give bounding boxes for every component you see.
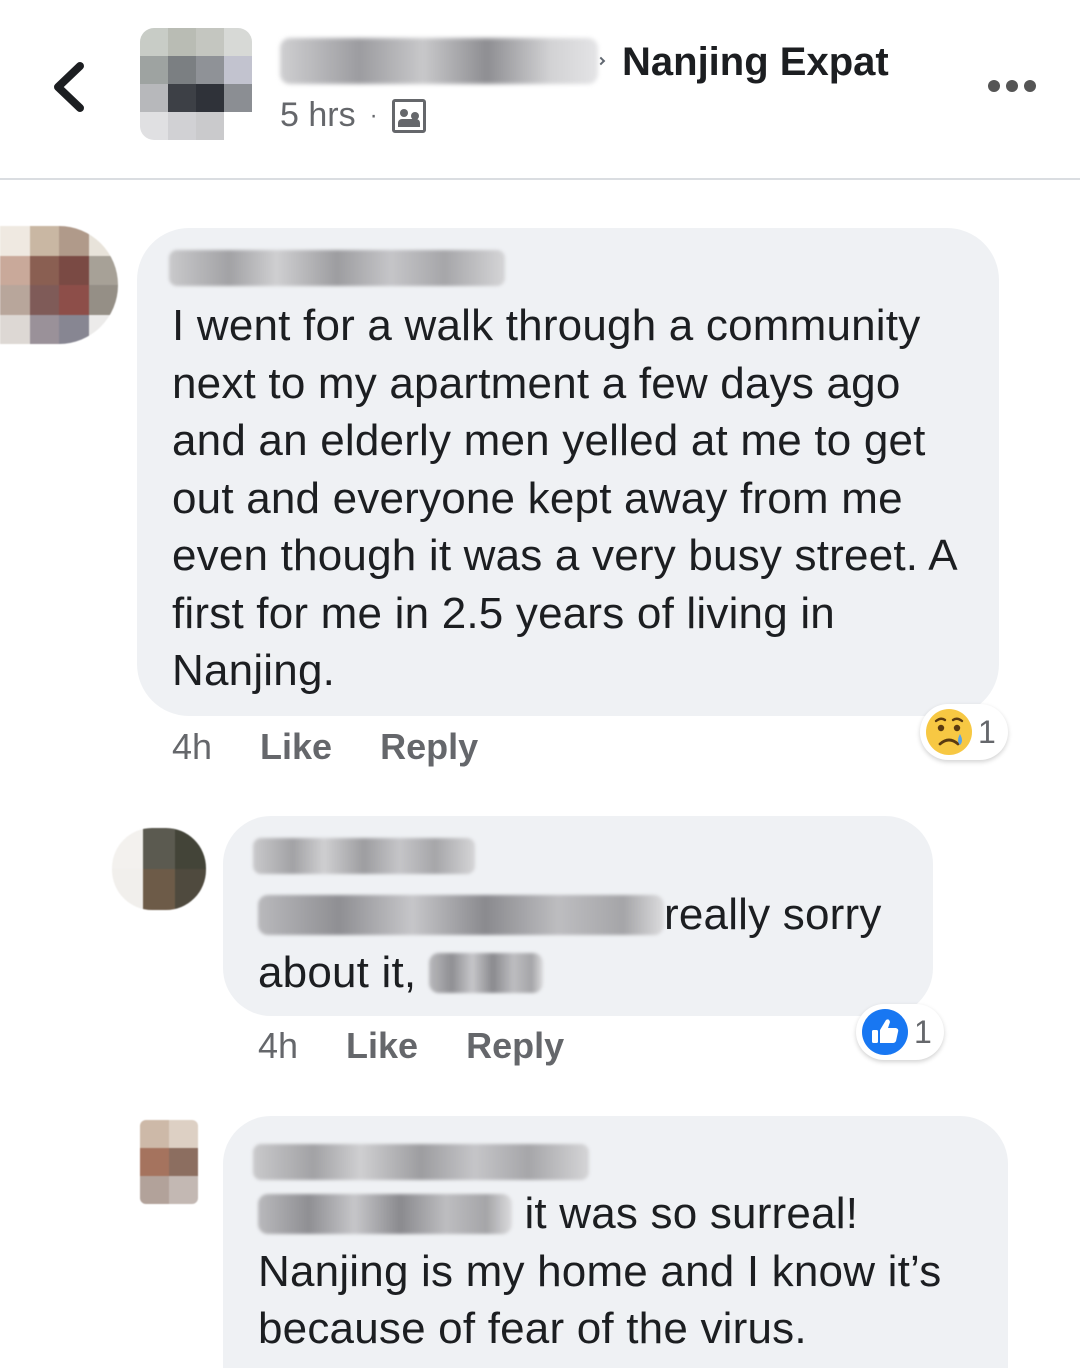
reply-link[interactable]: Reply bbox=[380, 726, 478, 768]
commenter-avatar[interactable] bbox=[0, 226, 118, 344]
post-time: 5 hrs bbox=[280, 96, 356, 134]
members-group-icon bbox=[391, 98, 426, 133]
reaction-summary[interactable]: 1 bbox=[856, 1004, 944, 1060]
reply-link[interactable]: Reply bbox=[466, 1025, 564, 1067]
post-meta: 5 hrs · bbox=[280, 96, 426, 135]
reply-actions: 4h Like Reply bbox=[258, 1025, 612, 1067]
reply-text-part1: it was so surreal! bbox=[524, 1189, 859, 1238]
group-name[interactable]: Nanjing Expat bbox=[622, 40, 889, 85]
reply-time: 4h bbox=[258, 1025, 299, 1066]
more-options-icon[interactable] bbox=[988, 80, 1036, 92]
reply-author-redacted bbox=[253, 1144, 589, 1180]
thumbs-up-reaction-icon bbox=[860, 1007, 910, 1057]
reaction-summary[interactable]: 1 bbox=[920, 704, 1008, 760]
poster-name-redacted bbox=[280, 38, 598, 84]
comment-actions: 4h Like Reply bbox=[172, 726, 526, 768]
reaction-count: 1 bbox=[978, 713, 996, 750]
reply-text: really sorry about it, bbox=[258, 886, 918, 1001]
comment-text: I went for a walk through a community ne… bbox=[172, 301, 956, 695]
post-header: Nanjing Expat 5 hrs · bbox=[0, 0, 1080, 180]
reply-text-part2: about it, bbox=[258, 947, 417, 997]
comment-time: 4h bbox=[172, 726, 213, 767]
reply-text: it was so surreal! Nanjing is my home an… bbox=[258, 1185, 993, 1358]
reply-text-part2: Nanjing is my home and I know it’s becau… bbox=[258, 1246, 942, 1354]
redacted-text bbox=[258, 895, 664, 935]
reaction-count: 1 bbox=[914, 1013, 932, 1050]
redacted-mention bbox=[428, 952, 543, 993]
commenter-name-redacted bbox=[169, 250, 505, 286]
meta-separator: · bbox=[369, 101, 378, 129]
sad-face-reaction-icon bbox=[924, 707, 974, 757]
arrow-right-icon bbox=[596, 56, 606, 66]
reply-author-redacted bbox=[253, 838, 475, 874]
reply-text-part1: really sorry bbox=[664, 890, 882, 939]
redacted-text bbox=[258, 1194, 512, 1234]
like-link[interactable]: Like bbox=[260, 726, 332, 768]
poster-avatar[interactable] bbox=[140, 28, 252, 140]
reply-avatar[interactable] bbox=[140, 1120, 198, 1204]
reply-avatar[interactable] bbox=[112, 828, 206, 910]
back-chevron-icon[interactable] bbox=[40, 52, 100, 122]
like-link[interactable]: Like bbox=[346, 1025, 418, 1067]
